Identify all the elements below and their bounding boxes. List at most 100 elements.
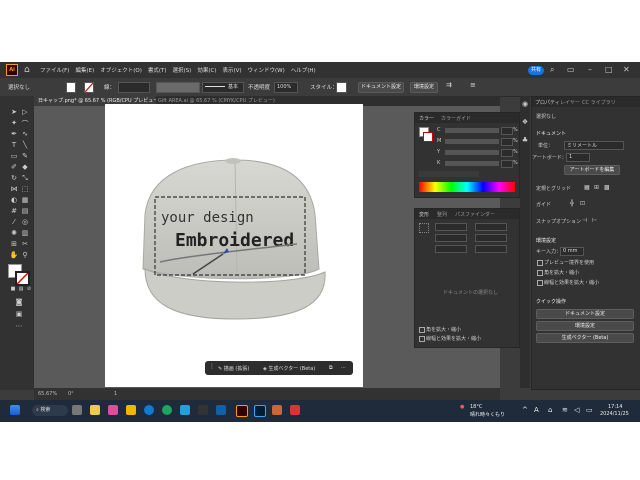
libraries-icon[interactable]: ❖ [520, 118, 530, 126]
artboard[interactable]: your design Embroidered [105, 104, 363, 387]
preview-bounds-checkbox[interactable] [537, 260, 543, 266]
pixel-grid-icon[interactable]: ▩ [604, 184, 610, 191]
menu-type[interactable]: 書式(T) [148, 66, 167, 74]
zoom-tool-icon[interactable]: ⚲ [20, 251, 30, 259]
menu-object[interactable]: オブジェクト(O) [100, 66, 142, 74]
slider-y[interactable] [445, 150, 499, 155]
brush-field[interactable]: 基本 [202, 82, 244, 93]
line-tool-icon[interactable]: ╲ [20, 141, 30, 149]
rotation-angle[interactable]: 0° [68, 391, 74, 397]
screen-mode-icon[interactable]: ▣ [14, 310, 24, 318]
width-tool-icon[interactable]: ⋈ [9, 185, 19, 193]
eyedropper-icon[interactable]: ⁄ [9, 218, 19, 226]
stroke-weight-field[interactable] [118, 82, 150, 93]
scale-corners-checkbox[interactable] [419, 327, 425, 333]
close-icon[interactable]: ✕ [623, 65, 630, 74]
ruler-icon[interactable]: ▦ [584, 184, 590, 191]
menu-window[interactable]: ウィンドウ(W) [248, 66, 285, 74]
key-input-field[interactable]: 0 mm [560, 247, 584, 256]
eraser-tool-icon[interactable]: ◆ [20, 163, 30, 171]
tab-properties[interactable]: プロパティ [535, 99, 560, 106]
edge-icon[interactable] [144, 405, 154, 415]
volume-icon[interactable]: ◁ [574, 406, 579, 414]
zoom-level[interactable]: 65.67% [38, 391, 57, 397]
none-mode-icon[interactable]: ⊘ [24, 286, 34, 292]
height-field[interactable] [475, 234, 507, 242]
shaper-tool-icon[interactable]: ✐ [9, 163, 19, 171]
value-k[interactable] [501, 160, 513, 168]
taskbar-search[interactable]: ⌕ 検索 [32, 405, 68, 416]
tab-pathfinder[interactable]: パスファインダー [455, 211, 495, 218]
teams-icon[interactable] [180, 405, 190, 415]
file-explorer-icon[interactable] [90, 405, 100, 415]
menu-file[interactable]: ファイル(F) [40, 66, 69, 74]
symbols-icon[interactable]: ♣ [520, 136, 530, 144]
magic-wand-icon[interactable]: ✦ [9, 119, 19, 127]
width-field[interactable] [475, 223, 507, 231]
slice-tool-icon[interactable]: ✂ [20, 240, 30, 248]
properties-icon[interactable]: ◉ [520, 100, 530, 108]
snap-grid-icon[interactable]: ⊢ [592, 217, 597, 224]
direct-selection-tool-icon[interactable]: ▷ [20, 108, 30, 116]
artboard-select[interactable]: 1 [566, 153, 590, 162]
menu-help[interactable]: ヘルプ(H) [291, 66, 316, 74]
slider-m[interactable] [445, 139, 499, 144]
task-view-icon[interactable] [72, 405, 82, 415]
slider-c[interactable] [445, 128, 499, 133]
menu-view[interactable]: 表示(V) [222, 66, 241, 74]
menu-edit[interactable]: 編集(E) [75, 66, 94, 74]
hand-tool-icon[interactable]: ✋ [9, 251, 19, 259]
weather-temp[interactable]: 18°C [470, 404, 482, 410]
photos-icon[interactable] [216, 405, 226, 415]
shear-field[interactable] [475, 245, 507, 253]
calculator-icon[interactable] [198, 405, 208, 415]
fill-swatch[interactable] [66, 82, 76, 93]
photoshop-taskbar-icon[interactable] [254, 405, 266, 417]
tab-color-guide[interactable]: カラーガイド [441, 115, 471, 122]
home-icon[interactable]: ⌂ [24, 65, 34, 75]
pref-scale-corners-checkbox[interactable] [537, 270, 543, 276]
edit-artboard-button[interactable]: アートボードを編集 [564, 165, 620, 175]
document-setup-button[interactable]: ドキュメント設定 [358, 82, 404, 93]
color-stroke-indicator[interactable] [423, 132, 433, 142]
artboard-tool-icon[interactable]: ⊞ [9, 240, 19, 248]
draw-expand-button[interactable]: ✎ 描画 (拡張) [218, 365, 249, 372]
stroke-swatch[interactable] [84, 82, 94, 93]
acrobat-icon[interactable] [272, 405, 282, 415]
selection-tool-icon[interactable]: ➤ [9, 108, 19, 116]
wifi-icon[interactable]: ≋ [562, 406, 568, 414]
graph-tool-icon[interactable]: ▥ [20, 229, 30, 237]
menu-select[interactable]: 選択(S) [173, 66, 192, 74]
rotate-field[interactable] [435, 245, 467, 253]
maximize-icon[interactable]: □ [605, 65, 613, 74]
qa-generative-vector-button[interactable]: 生成ベクター (Beta) [536, 333, 634, 343]
page-number[interactable]: 1 [114, 391, 117, 397]
tab-cc-libraries[interactable]: CC ライブラリ [582, 99, 616, 106]
type-tool-icon[interactable]: T [9, 141, 19, 149]
lasso-icon[interactable]: ⌒ [20, 119, 30, 129]
tab-align[interactable]: 整列 [437, 211, 447, 218]
scale-tool-icon[interactable]: ⤡ [20, 174, 30, 183]
share-button[interactable]: 共有 [528, 66, 544, 75]
drag-handle-icon[interactable]: ⋮ [209, 363, 215, 370]
workspace-icon[interactable]: ▭ [567, 65, 575, 74]
stroke-color-swatch[interactable] [15, 271, 30, 286]
free-transform-icon[interactable]: ⬚ [20, 185, 30, 193]
panel-menu-icon[interactable]: ≡ [470, 81, 476, 89]
gradient-tool-icon[interactable]: ▤ [20, 207, 30, 215]
copilot-icon[interactable] [108, 405, 118, 415]
unit-select[interactable]: ミリメートル [564, 141, 624, 150]
qa-document-setup-button[interactable]: ドキュメント設定 [536, 309, 634, 319]
lock-guides-icon[interactable]: ⊡ [580, 200, 585, 207]
tray-chevron-icon[interactable]: ^ [522, 406, 528, 414]
tab-transform[interactable]: 変形 [419, 211, 429, 218]
illustrator-taskbar-icon[interactable] [236, 405, 248, 417]
rotate-tool-icon[interactable]: ↻ [9, 174, 19, 182]
blend-tool-icon[interactable]: ◎ [20, 218, 30, 226]
y-field[interactable] [435, 234, 467, 242]
variable-width-field[interactable] [156, 82, 200, 93]
minimize-icon[interactable]: – [588, 65, 592, 74]
pin-icon[interactable]: ⧉ [329, 365, 333, 371]
curvature-tool-icon[interactable]: ∿ [20, 130, 30, 138]
weather-desc[interactable]: 晴れ時々くもり [470, 411, 505, 418]
